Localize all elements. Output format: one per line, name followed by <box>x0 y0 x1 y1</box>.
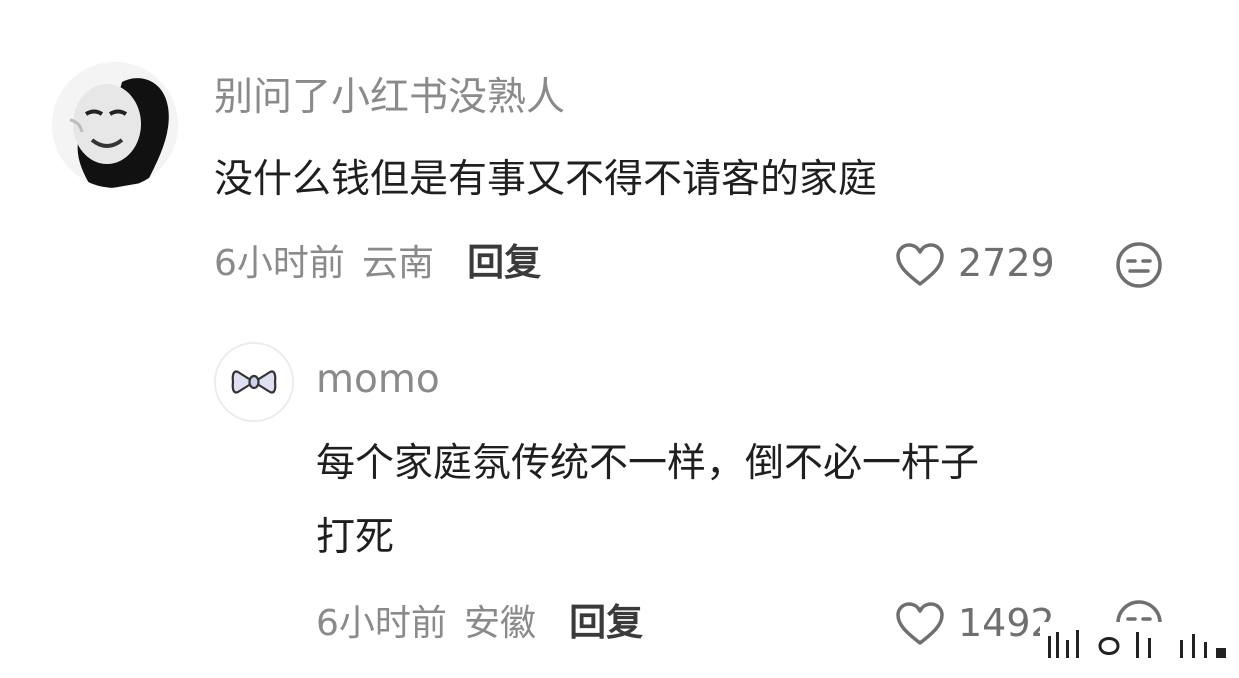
reply-username[interactable]: momo <box>316 360 440 399</box>
reply-content-line-2: 打死 <box>316 515 395 560</box>
comment-location: 云南 <box>362 243 435 284</box>
comment-username[interactable]: 别问了小红书没熟人 <box>214 78 565 117</box>
heart-outline-icon[interactable] <box>895 601 945 647</box>
comment-time: 6小时前 <box>214 243 345 284</box>
avatar-meme-face-icon <box>52 62 178 188</box>
reply-time: 6小时前 <box>316 603 447 644</box>
like-count: 2729 <box>958 241 1055 285</box>
watermark <box>1040 622 1230 662</box>
bow-icon <box>231 370 277 394</box>
heart-outline-icon[interactable] <box>895 242 945 288</box>
watermark-logo-icon <box>1048 630 1226 658</box>
comment-meta: 6小时前 云南 回复 <box>214 244 541 284</box>
reply-location: 安徽 <box>464 603 537 644</box>
avatar[interactable] <box>52 62 178 188</box>
reply-meta: 6小时前 安徽 回复 <box>316 604 643 644</box>
comment-content: 没什么钱但是有事又不得不请客的家庭 <box>214 157 878 202</box>
reply-button[interactable]: 回复 <box>569 601 643 644</box>
reply-button[interactable]: 回复 <box>467 241 541 284</box>
reply-content-line-1: 每个家庭氛传统不一样，倒不必一杆子 <box>316 441 980 486</box>
neutral-face-icon[interactable] <box>1114 240 1164 290</box>
avatar[interactable] <box>214 342 294 422</box>
